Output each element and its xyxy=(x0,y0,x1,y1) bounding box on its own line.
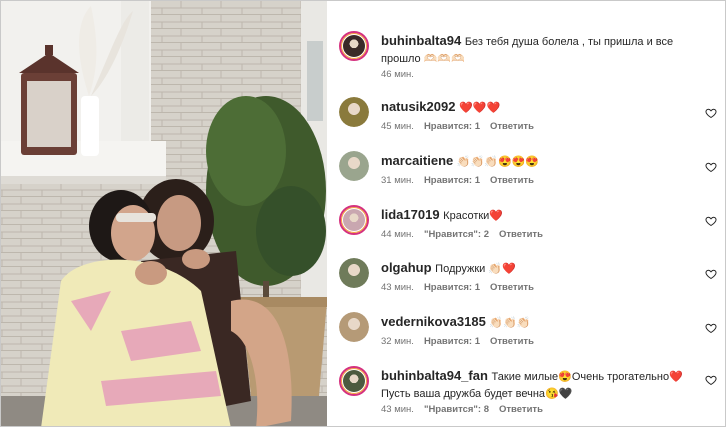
reply-button[interactable]: Ответить xyxy=(490,282,534,293)
comment-meta: 45 мин. Нравится: 1 Ответить xyxy=(381,121,544,132)
reply-button[interactable]: Ответить xyxy=(490,175,534,186)
avatar-image xyxy=(339,151,369,181)
reply-button[interactable]: Ответить xyxy=(490,336,534,347)
avatar-image xyxy=(343,209,365,231)
avatar-image xyxy=(339,97,369,127)
heart-outline-icon[interactable] xyxy=(705,215,717,227)
post-photo xyxy=(1,1,327,426)
comment-text: ❤️❤️❤️ xyxy=(459,102,501,114)
comment-time: 44 мин. xyxy=(381,229,414,240)
avatar[interactable] xyxy=(339,31,369,61)
comment-text: 👏🏻👏🏻👏🏻😍😍😍 xyxy=(456,156,540,168)
comment-time: 43 мин. xyxy=(381,282,414,293)
comment-meta: 46 мин. xyxy=(381,69,424,80)
avatar[interactable] xyxy=(339,151,369,181)
heart-outline-icon[interactable] xyxy=(705,322,717,334)
comment-body: marcaitiene 👏🏻👏🏻👏🏻😍😍😍 xyxy=(381,153,697,170)
avatar-image xyxy=(343,35,365,57)
comment-meta: 44 мин. "Нравится": 2 Ответить xyxy=(381,229,553,240)
comment-text: Подружки 👏🏻❤️ xyxy=(435,263,516,275)
avatar[interactable] xyxy=(339,205,369,235)
avatar[interactable] xyxy=(339,258,369,288)
avatar[interactable] xyxy=(339,312,369,342)
comment-body: lida17019 Красотки❤️ xyxy=(381,207,697,224)
comment-likes-count[interactable]: "Нравится": 8 xyxy=(424,404,489,415)
comment-likes-count[interactable]: "Нравится": 2 xyxy=(424,229,489,240)
avatar-image xyxy=(343,370,365,392)
avatar-image xyxy=(339,312,369,342)
photo-illustration xyxy=(1,1,327,426)
comment-time: 31 мин. xyxy=(381,175,414,186)
comment-text: 👏🏻👏🏻👏🏻 xyxy=(489,317,531,329)
comment-meta: 31 мин. Нравится: 1 Ответить xyxy=(381,175,544,186)
post-window: buhinbalta94 Без тебя душа болела , ты п… xyxy=(0,0,726,427)
comment-likes-count[interactable]: Нравится: 1 xyxy=(424,282,480,293)
comment-body: natusik2092 ❤️❤️❤️ xyxy=(381,99,697,116)
comment-body: vedernikova3185 👏🏻👏🏻👏🏻 xyxy=(381,314,697,331)
heart-outline-icon[interactable] xyxy=(705,107,717,119)
heart-outline-icon[interactable] xyxy=(705,374,717,386)
comment-time: 32 мин. xyxy=(381,336,414,347)
comment-text: Красотки❤️ xyxy=(443,210,504,222)
comment-username[interactable]: lida17019 xyxy=(381,207,440,222)
avatar[interactable] xyxy=(339,97,369,127)
comment-time: 45 мин. xyxy=(381,121,414,132)
comment-likes-count[interactable]: Нравится: 1 xyxy=(424,336,480,347)
avatar[interactable] xyxy=(339,366,369,396)
comment-meta: 43 мин. Нравится: 1 Ответить xyxy=(381,282,544,293)
comment-username[interactable]: vedernikova3185 xyxy=(381,314,486,329)
comment-body: buhinbalta94 Без тебя душа болела , ты п… xyxy=(381,33,697,67)
comment-body: buhinbalta94_fan Такие милые😍Очень трога… xyxy=(381,368,697,402)
comment-username[interactable]: marcaitiene xyxy=(381,153,453,168)
reply-button[interactable]: Ответить xyxy=(499,229,543,240)
heart-outline-icon[interactable] xyxy=(705,268,717,280)
reply-button[interactable]: Ответить xyxy=(490,121,534,132)
heart-outline-icon[interactable] xyxy=(705,161,717,173)
comments-panel[interactable]: buhinbalta94 Без тебя душа болела , ты п… xyxy=(327,1,725,426)
comment-body: olgahup Подружки 👏🏻❤️ xyxy=(381,260,697,277)
comment-time: 46 мин. xyxy=(381,69,414,80)
comment-username[interactable]: olgahup xyxy=(381,260,432,275)
reply-button[interactable]: Ответить xyxy=(499,404,543,415)
comment-username[interactable]: buhinbalta94_fan xyxy=(381,368,488,383)
comment-username[interactable]: natusik2092 xyxy=(381,99,455,114)
comment-likes-count[interactable]: Нравится: 1 xyxy=(424,121,480,132)
comment-username[interactable]: buhinbalta94 xyxy=(381,33,461,48)
avatar-image xyxy=(339,258,369,288)
comment-meta: 43 мин. "Нравится": 8 Ответить xyxy=(381,404,553,415)
comment-meta: 32 мин. Нравится: 1 Ответить xyxy=(381,336,544,347)
comment-time: 43 мин. xyxy=(381,404,414,415)
comment-likes-count[interactable]: Нравится: 1 xyxy=(424,175,480,186)
